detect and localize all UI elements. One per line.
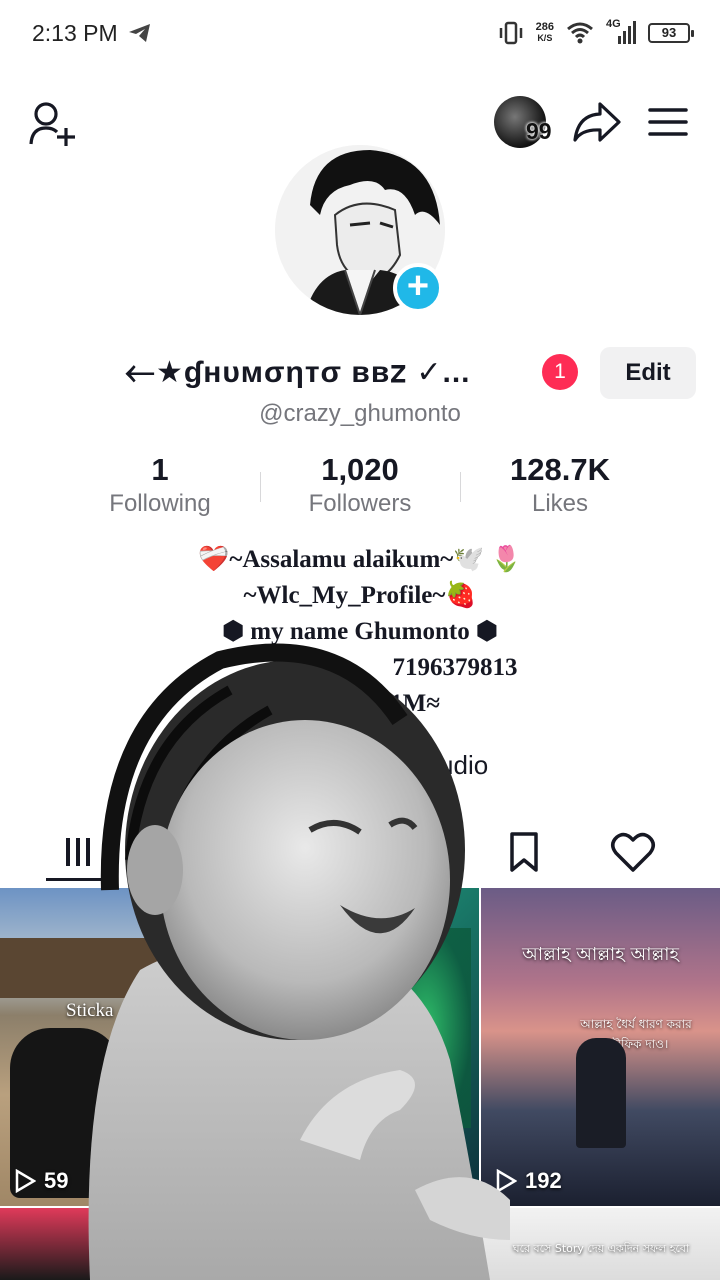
- bio-line: ❤️‍🩹~Assalamu alaikum~🕊️ 🌷: [198, 546, 522, 573]
- likes-count: 128.7K: [510, 452, 610, 487]
- signal-icon: 4G: [606, 18, 636, 46]
- followers-count: 1,020: [321, 452, 399, 487]
- edit-profile-button[interactable]: Edit: [600, 347, 696, 399]
- telegram-icon: [129, 24, 150, 42]
- video-thumbnail[interactable]: আল্লাহ আল্লাহ আল্লাহ আল্লাহ ধৈর্য ধারণ ক…: [481, 888, 720, 1206]
- video-thumbnail[interactable]: ঘরে বসে Story দেয় একদিন সফল হবো: [481, 1208, 720, 1280]
- battery-indicator: 93: [648, 23, 694, 43]
- likes-label: Likes: [531, 490, 589, 517]
- notification-count: 99: [526, 118, 552, 144]
- view-count: 59: [14, 1168, 68, 1194]
- status-icons: 286 K/S 4G 93: [498, 18, 694, 48]
- stat-followers[interactable]: 1,020 Followers: [260, 452, 460, 532]
- menu-icon[interactable]: [648, 106, 688, 138]
- heart-tab-icon[interactable]: [609, 828, 657, 876]
- overlay-sticker-image: [88, 643, 510, 1280]
- name-row: ⃪⃪★ɠнυмσηтσ вв𝗓 ✓... 1 Edit: [0, 345, 720, 401]
- notification-badge: 1: [542, 354, 578, 390]
- following-label: Following: [109, 490, 211, 517]
- profile-avatar[interactable]: +: [275, 145, 445, 315]
- add-friend-icon[interactable]: [28, 98, 78, 148]
- status-bar: 2:13 PM 286 K/S 4G 93: [0, 0, 720, 66]
- followers-label: Followers: [308, 490, 412, 517]
- vibrate-icon: [499, 21, 522, 45]
- add-story-button[interactable]: +: [393, 263, 443, 313]
- bio-line: ~Wlc_My_Profile~🍓: [243, 582, 477, 609]
- profile-stats: 1 Following 1,020 Followers 128.7K Likes: [60, 452, 660, 532]
- video-caption: আল্লাহ আল্লাহ আল্লাহ: [522, 944, 679, 965]
- username: @crazy_ghumonto: [259, 400, 461, 427]
- video-caption: ঘরে বসে Story দেয় একদিন সফল হবো: [512, 1242, 690, 1255]
- net-speed: 286 K/S: [535, 21, 554, 44]
- wifi-icon: [567, 22, 593, 44]
- display-name: ⃪⃪★ɠнυмσηтσ вв𝗓 ✓...: [155, 356, 471, 389]
- share-icon[interactable]: [572, 100, 622, 144]
- status-time: 2:13 PM: [32, 20, 118, 46]
- stat-following[interactable]: 1 Following: [60, 452, 260, 532]
- stat-likes[interactable]: 128.7K Likes: [460, 452, 660, 532]
- play-icon: [15, 1169, 36, 1193]
- following-count: 1: [151, 452, 169, 487]
